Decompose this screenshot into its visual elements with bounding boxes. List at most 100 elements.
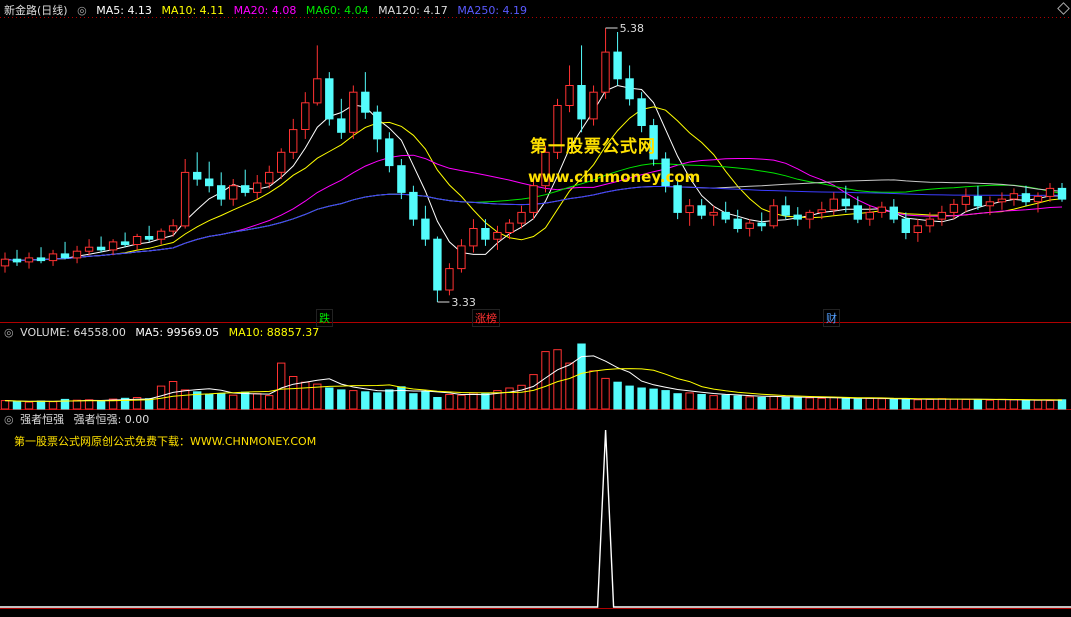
candle-body <box>709 211 718 216</box>
candle-body <box>793 214 802 220</box>
volume-bar <box>829 397 838 410</box>
volume-bar <box>289 376 298 410</box>
candle-body <box>841 198 850 207</box>
candle-body <box>385 138 394 167</box>
candle-body <box>769 205 778 227</box>
candle-body <box>421 218 430 240</box>
candle-body <box>973 195 983 207</box>
candlestick <box>229 179 238 206</box>
candle-body <box>817 209 826 214</box>
volume-bar <box>625 385 634 410</box>
candle-body <box>1045 187 1055 197</box>
gear-icon[interactable]: ◎ <box>77 4 87 17</box>
candle-body <box>325 78 334 120</box>
watermark-title: 第一股票公式网 <box>530 137 656 157</box>
volume-bar <box>349 390 358 410</box>
volume-bar <box>685 392 694 410</box>
candle-body <box>601 51 610 93</box>
candlestick <box>373 105 382 153</box>
candlestick <box>625 65 634 106</box>
candle-body <box>985 201 995 207</box>
candle-body <box>289 129 298 153</box>
volume-bar <box>613 381 622 410</box>
candle-body <box>72 250 82 259</box>
high-price-label: 5.38 <box>620 22 645 35</box>
volume-bar <box>12 400 22 410</box>
candlestick <box>96 236 106 253</box>
volume-bar <box>36 400 46 410</box>
volume-ma5: MA5: 99569.05 <box>135 326 220 339</box>
candle-body <box>493 232 502 240</box>
gear-icon[interactable]: ◎ <box>4 413 14 426</box>
candle-body <box>144 236 154 240</box>
candlestick <box>421 205 430 246</box>
candle-body <box>577 85 586 120</box>
candlestick <box>577 45 586 133</box>
candle-body <box>853 205 862 220</box>
candlestick <box>205 161 214 193</box>
candle-body <box>313 78 322 104</box>
candle-body <box>48 253 58 262</box>
candlestick <box>325 72 334 126</box>
volume-bar <box>709 395 718 410</box>
candle-body <box>217 185 226 200</box>
volume-bar <box>505 387 514 410</box>
candle-body <box>0 258 10 267</box>
candle-body <box>901 218 910 234</box>
volume-bar <box>1021 400 1031 410</box>
candlestick <box>841 185 850 213</box>
volume-bar <box>421 391 430 410</box>
volume-bar <box>409 393 418 410</box>
candlestick <box>601 28 610 99</box>
candlestick <box>613 32 622 86</box>
candle-body <box>673 185 682 213</box>
candlestick <box>84 239 94 256</box>
volume-bar <box>1057 399 1067 410</box>
candlestick <box>793 207 802 226</box>
volume-header: ◎ VOLUME: 64558.00 MA5: 99569.05 MA10: 8… <box>4 326 325 340</box>
candlestick <box>144 225 154 242</box>
gear-icon[interactable]: ◎ <box>4 326 14 339</box>
candle-body <box>60 253 70 259</box>
tag-finance[interactable]: 财 <box>823 309 840 327</box>
candle-body <box>1033 195 1043 203</box>
candlestick <box>469 219 478 253</box>
candlestick <box>397 158 406 200</box>
candle-body <box>156 230 166 240</box>
volume-bar <box>72 399 82 410</box>
volume-ma10: MA10: 88857.37 <box>228 326 320 339</box>
candle-body <box>337 118 346 133</box>
candlestick <box>193 152 202 186</box>
candle-body <box>757 222 766 227</box>
ma120-legend: MA120: 4.17 <box>378 4 448 17</box>
candle-body <box>409 191 418 220</box>
candlestick <box>961 188 971 213</box>
candle-body <box>829 198 838 211</box>
indicator-name[interactable]: 强者恒强 <box>20 413 64 426</box>
volume-bar <box>1009 399 1019 410</box>
candlestick <box>120 232 130 248</box>
volume-bar <box>745 396 754 410</box>
volume-bar <box>601 377 610 410</box>
candlestick <box>889 199 898 224</box>
candlestick <box>12 249 22 266</box>
candle-body <box>108 241 118 251</box>
volume-bar <box>937 398 947 410</box>
volume-bar <box>649 388 658 410</box>
tag-rise-list[interactable]: 涨榜 <box>472 309 500 327</box>
candlestick <box>973 185 983 210</box>
candlestick <box>697 199 706 220</box>
volume-bar <box>985 399 995 410</box>
ma20-legend: MA20: 4.08 <box>233 4 297 17</box>
volume-bar <box>217 393 226 410</box>
tag-drop[interactable]: 跌 <box>316 309 333 327</box>
candle-body <box>805 211 814 220</box>
candlestick <box>853 196 862 224</box>
volume-bar <box>337 389 346 410</box>
volume-bar <box>48 401 58 410</box>
candlestick <box>180 158 190 229</box>
candle-body <box>433 238 442 291</box>
candle-body <box>457 245 466 270</box>
volume-bar <box>229 394 238 410</box>
stock-name[interactable]: 新金路(日线) <box>4 4 68 17</box>
